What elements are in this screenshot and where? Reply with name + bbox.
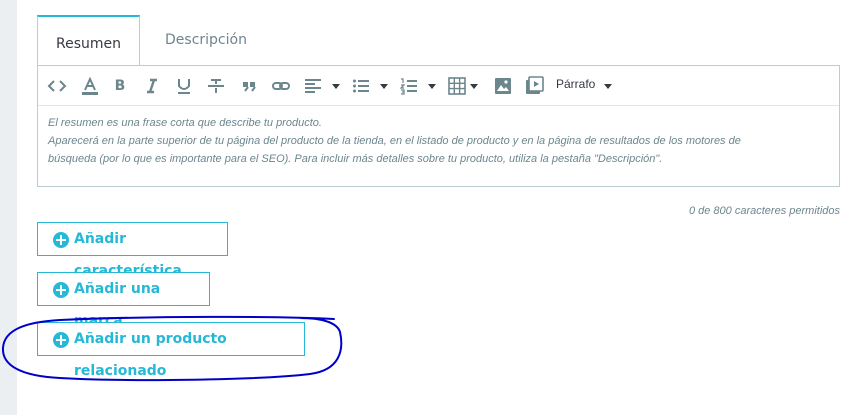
plus-circle-icon <box>53 332 69 348</box>
media-icon[interactable] <box>524 76 544 96</box>
tab-bar: Resumen Descripción <box>37 15 841 65</box>
add-brand-button[interactable]: Añadir una marca <box>37 272 210 329</box>
editor-content[interactable]: El resumen es una frase corta que descri… <box>48 114 829 168</box>
bold-icon[interactable]: B <box>112 76 128 96</box>
table-icon[interactable] <box>448 76 466 96</box>
editor-line: búsqueda (por lo que es importante para … <box>48 153 663 165</box>
editor-line: Aparecerá en la parte superior de tu pág… <box>48 135 741 147</box>
code-icon[interactable] <box>47 76 67 96</box>
font-color-icon[interactable] <box>80 76 100 96</box>
italic-icon[interactable] <box>144 76 160 96</box>
align-dropdown-caret[interactable] <box>332 84 340 89</box>
align-left-icon[interactable] <box>304 76 322 96</box>
left-rail <box>0 0 17 415</box>
bullet-list-icon[interactable] <box>352 76 370 96</box>
blockquote-icon[interactable] <box>241 76 257 96</box>
image-icon[interactable] <box>494 76 512 96</box>
format-dropdown-caret[interactable] <box>604 84 612 89</box>
link-icon[interactable] <box>271 76 291 96</box>
add-related-product-label: Añadir un producto relacionado <box>74 331 227 379</box>
table-dropdown-caret[interactable] <box>470 84 478 89</box>
plus-circle-icon <box>53 282 69 298</box>
summary-editor: B Párrafo El resumen es una frase corta … <box>37 65 840 187</box>
editor-line: El resumen es una frase corta que descri… <box>48 117 322 129</box>
plus-circle-icon <box>53 232 69 248</box>
add-feature-button[interactable]: Añadir característica <box>37 222 228 279</box>
underline-icon[interactable] <box>176 76 192 96</box>
numbered-list-dropdown-caret[interactable] <box>428 84 436 89</box>
strikethrough-icon[interactable] <box>207 76 225 96</box>
editor-toolbar: B Párrafo <box>38 66 839 106</box>
add-related-product-button[interactable]: Añadir un producto relacionado <box>37 322 305 379</box>
character-counter: 0 de 800 caracteres permitidos <box>688 205 840 217</box>
paragraph-format-select[interactable]: Párrafo <box>556 77 595 91</box>
tab-resumen[interactable]: Resumen <box>37 15 140 65</box>
tab-descripcion[interactable]: Descripción <box>140 15 272 65</box>
bullet-list-dropdown-caret[interactable] <box>380 84 388 89</box>
numbered-list-icon[interactable] <box>400 76 418 96</box>
